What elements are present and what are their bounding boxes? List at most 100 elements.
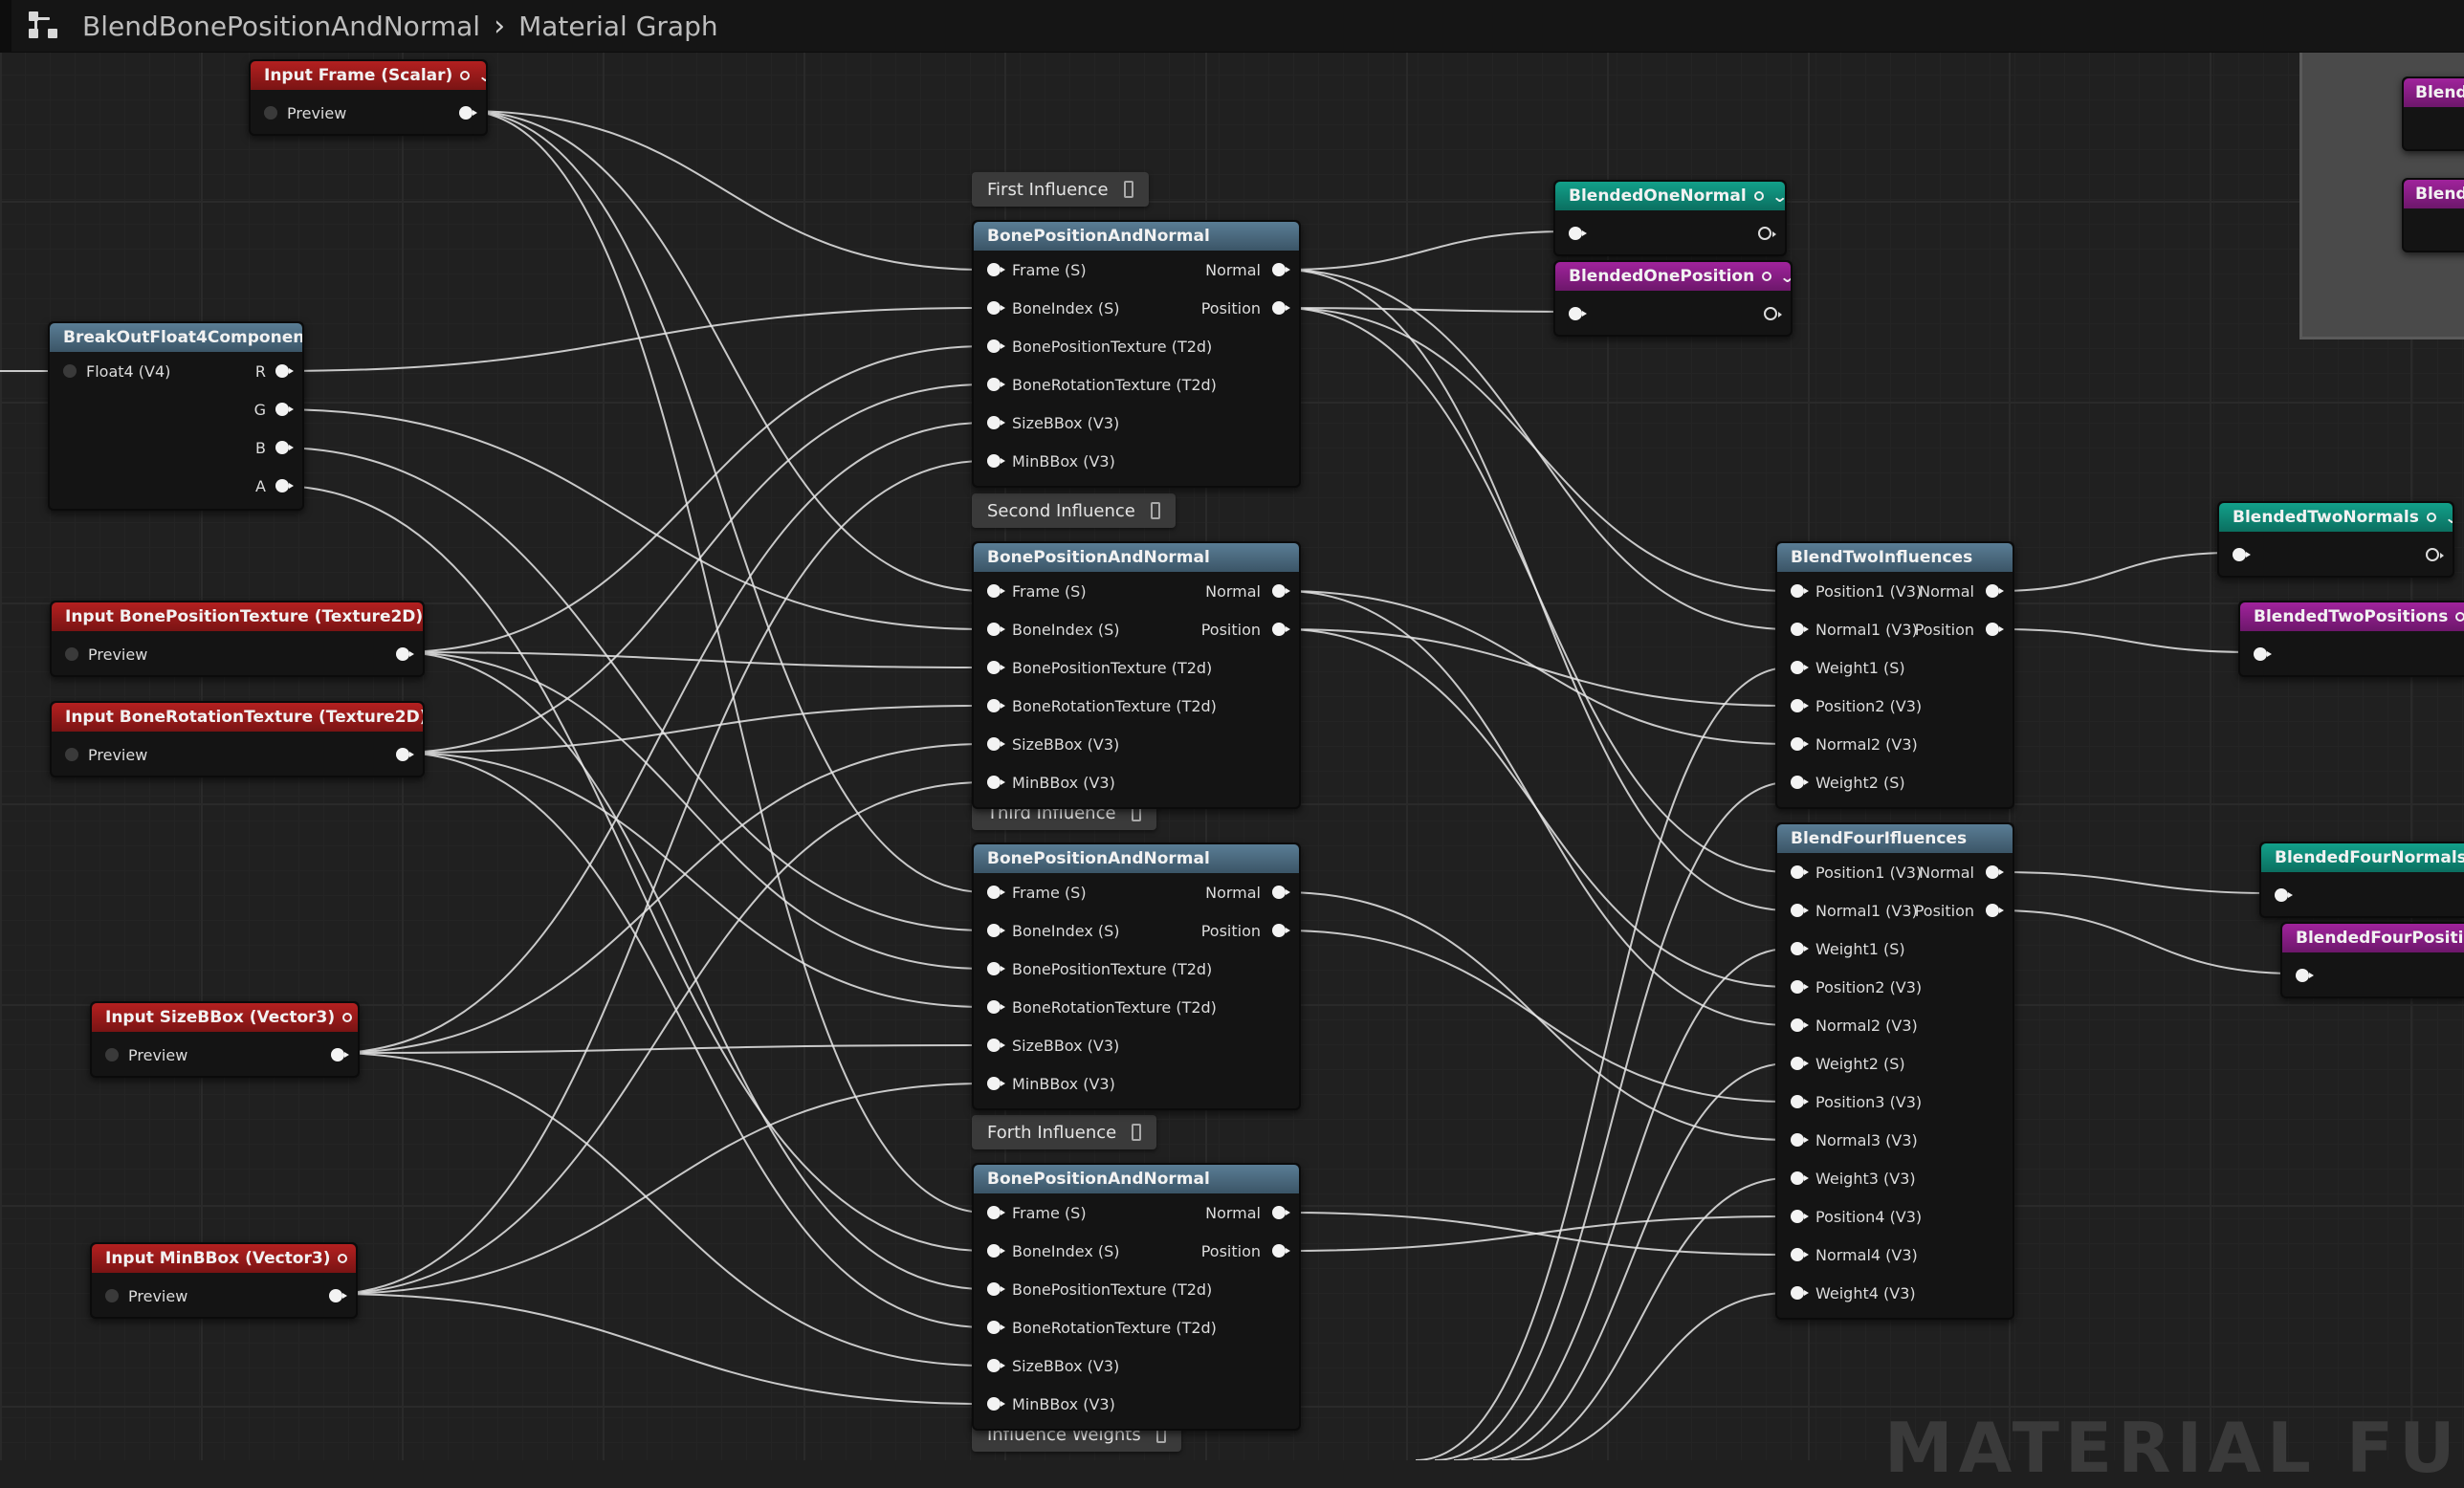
bpn-input-pin[interactable] <box>987 1039 1005 1052</box>
blended-four-positions-input-pin[interactable] <box>2296 969 2314 982</box>
output-blended-two-positions[interactable]: BlendedTwoPositions⌄ <box>2238 601 2464 677</box>
output-blended-one-position[interactable]: BlendedOnePosition ⌄ <box>1553 260 1793 337</box>
blend-input-pin[interactable] <box>1791 980 1809 994</box>
pin-icon[interactable] <box>1132 1124 1142 1141</box>
panel-output-node-2[interactable]: Blende <box>2402 178 2464 252</box>
blended-one-position-input-pin[interactable] <box>1569 307 1587 320</box>
input-size-bbox-output-pin[interactable] <box>331 1048 349 1061</box>
blend-input-pin[interactable] <box>1791 1286 1809 1300</box>
blend-input-pin[interactable] <box>1791 584 1809 598</box>
bpn-input-pin[interactable] <box>987 1077 1005 1090</box>
output-blended-one-normal[interactable]: BlendedOneNormal ⌄ <box>1553 180 1787 256</box>
blend-input-pin[interactable] <box>1791 1018 1809 1032</box>
blend-input-pin[interactable] <box>1791 623 1809 636</box>
blend-input-pin[interactable] <box>1791 1057 1809 1070</box>
bone-position-and-normal-node-3[interactable]: BonePositionAndNormal Frame (S) BoneIndex … <box>972 842 1301 1110</box>
input-min-bbox-output-pin[interactable] <box>329 1289 347 1302</box>
preview-toggle-icon[interactable] <box>2426 513 2436 522</box>
input-frame-node[interactable]: Input Frame (Scalar) ⌄ Preview <box>249 59 488 136</box>
blend-output-pin[interactable] <box>1986 904 2004 917</box>
preview-toggle-icon[interactable] <box>460 71 471 80</box>
blended-two-normals-output-pin[interactable] <box>2426 548 2444 561</box>
blend-input-pin[interactable] <box>1791 776 1809 789</box>
input-size-bbox-node[interactable]: Input SizeBBox (Vector3) ⌄ Preview <box>90 1001 360 1078</box>
breakout-a-pin[interactable] <box>275 479 294 492</box>
bpn-input-pin[interactable] <box>987 1321 1005 1334</box>
comment-first-influence[interactable]: First Influence <box>972 172 1149 207</box>
comment-second-influence[interactable]: Second Influence <box>972 493 1176 528</box>
blend-two-influences-node[interactable]: BlendTwoInfluences Position1 (V3) Normal1… <box>1775 541 2014 809</box>
blended-two-normals-input-pin[interactable] <box>2233 548 2251 561</box>
bpn-input-pin[interactable] <box>987 1244 1005 1258</box>
blend-input-pin[interactable] <box>1791 661 1809 674</box>
bpn-input-pin[interactable] <box>987 454 1005 468</box>
blend-output-pin[interactable] <box>1986 584 2004 598</box>
bpn-output-pin[interactable] <box>1272 924 1290 937</box>
blend-input-pin[interactable] <box>1791 1171 1809 1185</box>
blend-input-pin[interactable] <box>1791 1210 1809 1223</box>
breakout-float4-node[interactable]: BreakOutFloat4Components Float4 (V4) R G… <box>48 321 304 511</box>
breakout-r-pin[interactable] <box>275 364 294 378</box>
bpn-output-pin[interactable] <box>1272 301 1290 315</box>
blend-input-pin[interactable] <box>1791 737 1809 751</box>
preview-toggle-icon[interactable] <box>2455 612 2464 622</box>
pin-icon[interactable] <box>1150 502 1160 519</box>
bpn-output-pin[interactable] <box>1272 623 1290 636</box>
bpn-input-pin[interactable] <box>987 623 1005 636</box>
bpn-input-pin[interactable] <box>987 1359 1005 1372</box>
blended-one-normal-output-pin[interactable] <box>1758 227 1776 240</box>
bpn-input-pin[interactable] <box>987 339 1005 353</box>
blend-output-pin[interactable] <box>1986 623 2004 636</box>
comment-forth-influence[interactable]: Forth Influence <box>972 1115 1157 1149</box>
blended-four-normals-input-pin[interactable] <box>2275 888 2293 902</box>
bone-position-and-normal-node-1[interactable]: BonePositionAndNormal Frame (S) BoneIndex … <box>972 220 1301 488</box>
bpn-input-pin[interactable] <box>987 263 1005 276</box>
bpn-input-pin[interactable] <box>987 886 1005 899</box>
blend-input-pin[interactable] <box>1791 865 1809 879</box>
bpn-input-pin[interactable] <box>987 661 1005 674</box>
bpn-input-pin[interactable] <box>987 301 1005 315</box>
bpn-input-pin[interactable] <box>987 416 1005 429</box>
chevron-down-icon[interactable]: ⌄ <box>477 67 486 85</box>
pin-icon[interactable] <box>1123 181 1133 198</box>
blend-four-influences-node[interactable]: BlendFourIfluences Position1 (V3) Normal1… <box>1775 822 2014 1320</box>
input-bone-position-texture-node[interactable]: Input BonePositionTexture (Texture2D) ⌄ … <box>50 601 425 677</box>
bpn-output-pin[interactable] <box>1272 1206 1290 1219</box>
blend-input-pin[interactable] <box>1791 699 1809 712</box>
output-blended-four-positions[interactable]: BlendedFourPositions <box>2280 922 2464 998</box>
bpn-input-pin[interactable] <box>987 776 1005 789</box>
input-bone-position-output-pin[interactable] <box>396 647 414 661</box>
blend-input-pin[interactable] <box>1791 942 1809 955</box>
bpn-output-pin[interactable] <box>1272 1244 1290 1258</box>
bpn-input-pin[interactable] <box>987 1282 1005 1296</box>
bone-position-and-normal-node-4[interactable]: BonePositionAndNormal Frame (S) BoneIndex … <box>972 1163 1301 1431</box>
output-blended-two-normals[interactable]: BlendedTwoNormals ⌄ <box>2217 501 2454 578</box>
preview-toggle-icon[interactable] <box>342 1013 353 1022</box>
bpn-output-pin[interactable] <box>1272 584 1290 598</box>
breakout-b-pin[interactable] <box>275 441 294 454</box>
breadcrumb-asset[interactable]: BlendBonePositionAndNormal <box>82 11 480 42</box>
breakout-g-pin[interactable] <box>275 403 294 416</box>
chevron-down-icon[interactable]: ⌄ <box>2444 509 2453 527</box>
blended-two-positions-input-pin[interactable] <box>2254 647 2272 661</box>
bpn-input-pin[interactable] <box>987 584 1005 598</box>
blend-input-pin[interactable] <box>1791 1248 1809 1261</box>
bpn-input-pin[interactable] <box>987 737 1005 751</box>
preview-toggle-icon[interactable] <box>338 1254 348 1263</box>
input-min-bbox-node[interactable]: Input MinBBox (Vector3) ⌄ Preview <box>90 1242 358 1319</box>
bpn-input-pin[interactable] <box>987 1206 1005 1219</box>
blend-input-pin[interactable] <box>1791 1095 1809 1108</box>
bpn-output-pin[interactable] <box>1272 263 1290 276</box>
blended-one-position-output-pin[interactable] <box>1764 307 1782 320</box>
blend-input-pin[interactable] <box>1791 904 1809 917</box>
input-bone-rotation-texture-node[interactable]: Input BoneRotationTexture (Texture2D) ⌄ … <box>50 701 425 777</box>
blend-input-pin[interactable] <box>1791 1133 1809 1147</box>
bpn-input-pin[interactable] <box>987 699 1005 712</box>
input-frame-output-pin[interactable] <box>459 106 477 120</box>
bpn-input-pin[interactable] <box>987 924 1005 937</box>
blend-output-pin[interactable] <box>1986 865 2004 879</box>
bpn-output-pin[interactable] <box>1272 886 1290 899</box>
preview-toggle-icon[interactable] <box>1762 272 1772 281</box>
blended-one-normal-input-pin[interactable] <box>1569 227 1587 240</box>
input-bone-rotation-output-pin[interactable] <box>396 748 414 761</box>
